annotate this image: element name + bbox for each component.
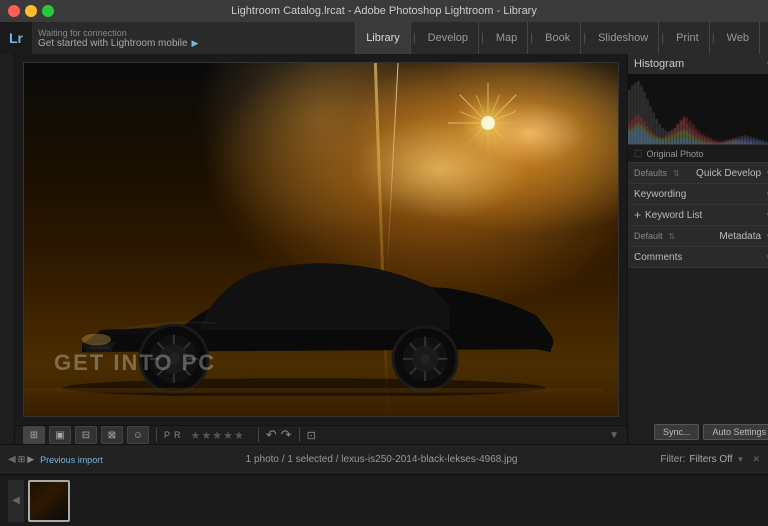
view-people-button[interactable]: ☺ [127,426,149,444]
slideshow-button[interactable]: ⊡ [307,429,316,442]
minimize-button[interactable] [25,5,37,17]
title-bar: Lightroom Catalog.lrcat - Adobe Photosho… [0,0,768,22]
rotate-right-button[interactable]: ↷ [281,427,292,443]
photo-toolbar: ⊞ ▣ ⊟ ⊠ ☺ P R ★★★★★ ↶ ↷ ⊡ ▼ [15,425,627,444]
filter-arrow[interactable]: ▼ [737,455,745,464]
comments-header[interactable]: Comments ▼ [628,247,768,267]
sync-settings-button[interactable]: Auto Settings [703,424,768,440]
reject-label: R [174,430,181,440]
filter-close-icon[interactable]: ✕ [752,454,760,465]
right-panel: Histogram ▼ ⬚ Original Photo Defaults ⇅ … [627,54,768,444]
keyword-list-label: Keyword List [645,210,702,221]
module-print[interactable]: Print [666,22,710,54]
module-map[interactable]: Map [486,22,528,54]
nav-bar: Lr Waiting for connection Get started wi… [0,22,768,54]
quick-develop-header[interactable]: Defaults ⇅ Quick Develop ▼ [628,163,768,183]
sync-button[interactable]: Sync... [654,424,700,440]
filmstrip-bar: ◀ ⊞ ▶ Previous import 1 photo / 1 select… [0,444,768,474]
toolbar-separator-3 [299,428,300,442]
module-library[interactable]: Library [355,22,411,54]
filmstrip: ◀ [0,474,768,526]
metadata-header[interactable]: Default ⇅ Metadata ▼ [628,226,768,246]
filmstrip-info: 1 photo / 1 selected / lexus-is250-2014-… [103,454,661,465]
keyword-list-section: + Keyword List ▼ [628,205,768,226]
keyword-list-header[interactable]: + Keyword List ▼ [628,205,768,225]
filter-label: Filter: [660,454,685,465]
quick-develop-preset-arrow: ⇅ [673,169,680,178]
window-controls [8,5,54,17]
lr-logo: Lr [0,22,32,54]
maximize-button[interactable] [42,5,54,17]
toolbar-separator-2 [258,428,259,442]
view-survey-button[interactable]: ⊠ [101,426,123,444]
comments-label: Comments [634,252,682,263]
original-photo-bar: ⬚ Original Photo [628,145,768,163]
quick-develop-label: Quick Develop [696,168,761,179]
previous-import-label[interactable]: Previous import [40,455,103,465]
filmstrip-thumb-1[interactable] [28,480,70,522]
quick-develop-preset: Defaults [634,168,667,178]
filmstrip-prev-button[interactable]: ◀ [8,454,16,465]
keywording-section: Keywording ▼ [628,184,768,205]
keywording-label: Keywording [634,189,686,200]
filmstrip-scroll-left[interactable]: ◀ [8,480,24,522]
keywording-header[interactable]: Keywording ▼ [628,184,768,204]
main-area: GET INTO PC ⊞ ▣ ⊟ ⊠ ☺ P R ★★★★★ ↶ ↷ ⊡ ▼ [0,54,768,444]
original-photo-label: Original Photo [647,149,704,159]
close-button[interactable] [8,5,20,17]
light-burst [458,93,518,153]
view-grid-button[interactable]: ⊞ [23,426,45,444]
keyword-add-icon[interactable]: + [634,208,641,222]
star-rating[interactable]: ★★★★★ [191,429,245,442]
module-develop[interactable]: Develop [418,22,479,54]
photo-view: GET INTO PC [15,54,627,425]
rotate-left-button[interactable]: ↶ [266,427,277,443]
connection-status: Waiting for connection [38,28,355,38]
histogram-header[interactable]: Histogram ▼ [628,54,768,74]
photo-container: GET INTO PC [23,62,619,417]
filmstrip-nav: ◀ ⊞ ▶ Previous import [8,454,103,465]
filmstrip-next-button[interactable]: ▶ [27,454,34,465]
flag-label: P [164,430,170,440]
window-title: Lightroom Catalog.lrcat - Adobe Photosho… [231,5,537,17]
toolbar-end-arrow[interactable]: ▼ [609,430,619,441]
panel-bottom-buttons: Sync... Auto Settings [628,268,768,444]
quick-develop-section: Defaults ⇅ Quick Develop ▼ [628,163,768,184]
center-area: GET INTO PC ⊞ ▣ ⊟ ⊠ ☺ P R ★★★★★ ↶ ↷ ⊡ ▼ [15,54,627,444]
module-slideshow[interactable]: Slideshow [588,22,659,54]
histogram-title: Histogram [634,58,684,70]
metadata-label: Metadata [719,231,761,242]
filter-value[interactable]: Filters Off [689,454,732,465]
filmstrip-controls: ◀ ⊞ ▶ Previous import [8,454,103,465]
metadata-preset-arrow: ⇅ [669,232,676,241]
mobile-status: Waiting for connection Get started with … [38,28,355,49]
histogram-section: Histogram ▼ [628,54,768,145]
watermark: GET INTO PC [54,350,216,376]
left-sidebar[interactable] [0,54,15,444]
metadata-section: Default ⇅ Metadata ▼ [628,226,768,247]
view-compare-button[interactable]: ⊟ [75,426,97,444]
filmstrip-grid-icon[interactable]: ⊞ [18,454,26,465]
module-book[interactable]: Book [535,22,581,54]
mobile-link[interactable]: Get started with Lightroom mobile ▶ [38,38,355,49]
module-web[interactable]: Web [717,22,760,54]
toolbar-separator-1 [156,428,157,442]
metadata-preset: Default [634,231,663,241]
original-photo-icon: ⬚ [634,148,643,159]
comments-section: Comments ▼ [628,247,768,268]
view-loupe-button[interactable]: ▣ [49,426,71,444]
module-nav: Library | Develop | Map | Book | Slidesh… [355,22,760,54]
filmstrip-filter: Filter: Filters Off ▼ ✕ [660,454,760,465]
histogram-canvas [628,74,768,144]
